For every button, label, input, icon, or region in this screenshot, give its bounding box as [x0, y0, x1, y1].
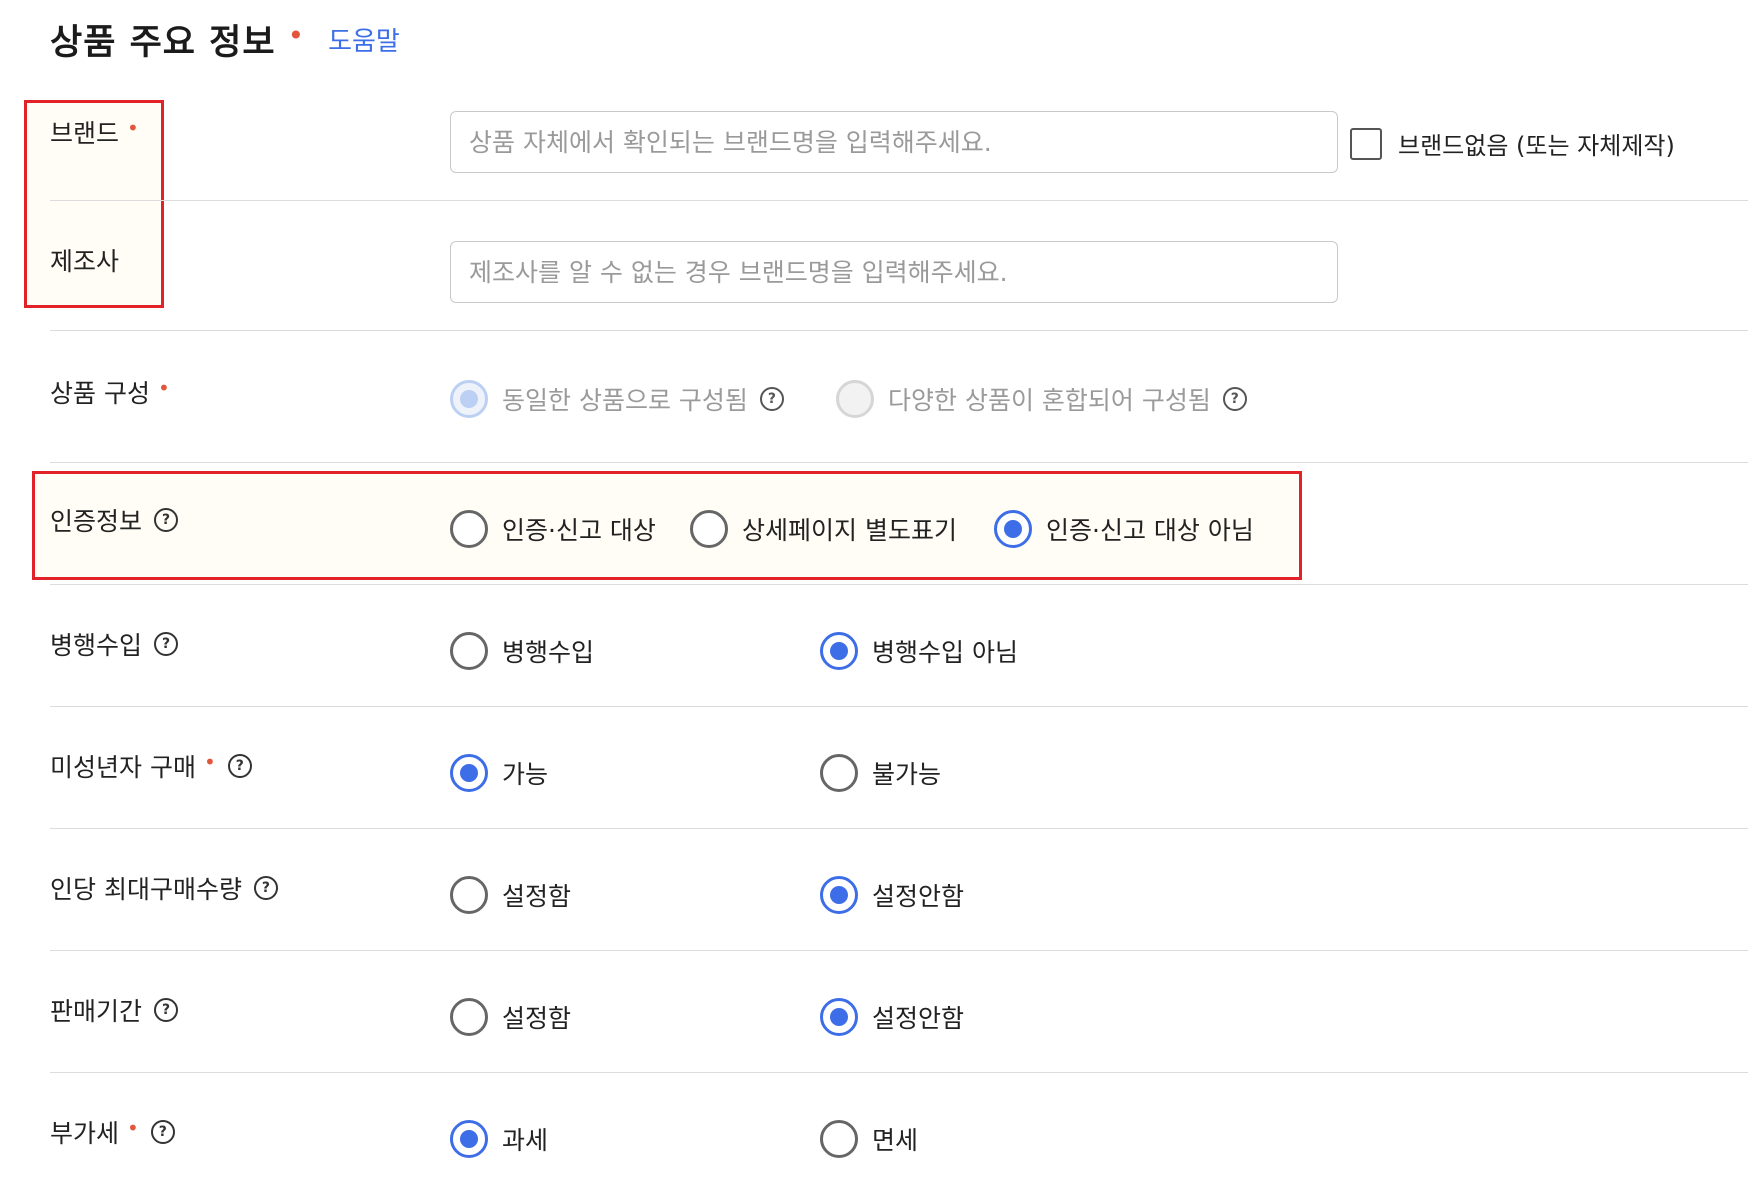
option-label: 다양한 상품이 혼합되어 구성됨: [888, 386, 1211, 415]
help-icon[interactable]: ?: [759, 387, 784, 411]
help-icon[interactable]: ?: [1222, 387, 1247, 411]
option-label: 설정안함: [872, 1004, 965, 1033]
radio-button[interactable]: [450, 380, 488, 418]
required-mark: •: [157, 376, 170, 400]
radio-button[interactable]: [450, 998, 488, 1036]
parallel-import-label-text: 병행수입: [50, 631, 143, 660]
help-icon[interactable]: ?: [154, 998, 179, 1022]
parallel-import-option-yes[interactable]: 병행수입: [450, 632, 594, 670]
minor-purchase-option-allowed[interactable]: 가능: [450, 754, 548, 792]
vat-option-exempt[interactable]: 면세: [820, 1120, 918, 1158]
brand-row: 브랜드 • 브랜드없음 (또는 자체제작): [50, 100, 1748, 201]
required-mark: •: [203, 750, 216, 774]
sales-period-label: 판매기간 ?: [50, 992, 179, 1028]
radio-button[interactable]: [820, 876, 858, 914]
help-icon[interactable]: ?: [150, 1120, 175, 1144]
sales-period-row: 판매기간 ? 설정함 설정안함: [50, 950, 1748, 1073]
manufacturer-row: 제조사: [50, 200, 1748, 331]
minor-purchase-label-text: 미성년자 구매: [50, 753, 196, 782]
required-mark: •: [127, 116, 139, 140]
composition-label: 상품 구성 •: [50, 374, 170, 410]
brand-input[interactable]: [450, 111, 1338, 173]
brand-label-text: 브랜드: [50, 119, 120, 148]
option-label: 병행수입 아님: [872, 638, 1018, 667]
vat-option-taxable[interactable]: 과세: [450, 1120, 548, 1158]
radio-button[interactable]: [450, 754, 488, 792]
radio-button[interactable]: [450, 876, 488, 914]
certification-option-not-target[interactable]: 인증·신고 대상 아님: [994, 510, 1254, 548]
no-brand-label: 브랜드없음 (또는 자체제작): [1398, 132, 1675, 160]
option-label: 동일한 상품으로 구성됨: [502, 386, 748, 415]
max-purchase-option-set[interactable]: 설정함: [450, 876, 571, 914]
composition-label-text: 상품 구성: [50, 379, 150, 408]
vat-label-text: 부가세: [50, 1119, 120, 1148]
option-label: 상세페이지 별도표기: [742, 516, 957, 545]
radio-button[interactable]: [820, 1120, 858, 1158]
no-brand-option[interactable]: 브랜드없음 (또는 자체제작): [1350, 126, 1675, 161]
no-brand-checkbox[interactable]: [1350, 127, 1382, 160]
radio-button[interactable]: [994, 510, 1032, 548]
vat-row: 부가세 • ? 과세 면세: [50, 1072, 1748, 1202]
composition-option-same[interactable]: 동일한 상품으로 구성됨 ?: [450, 380, 784, 418]
option-label: 불가능: [872, 760, 942, 789]
manufacturer-label: 제조사: [50, 242, 119, 278]
radio-button[interactable]: [820, 998, 858, 1036]
manufacturer-input[interactable]: [450, 241, 1338, 303]
certification-option-target[interactable]: 인증·신고 대상: [450, 510, 656, 548]
radio-button[interactable]: [450, 1120, 488, 1158]
help-icon[interactable]: ?: [227, 754, 252, 778]
radio-button[interactable]: [820, 632, 858, 670]
parallel-import-option-no[interactable]: 병행수입 아님: [820, 632, 1018, 670]
sales-period-option-unset[interactable]: 설정안함: [820, 998, 964, 1036]
radio-button[interactable]: [450, 632, 488, 670]
brand-label: 브랜드 •: [50, 114, 139, 150]
certification-row: 인증정보 ? 인증·신고 대상 상세페이지 별도표기 인증·신고 대상 아님: [50, 462, 1748, 585]
certification-label: 인증정보 ?: [50, 502, 179, 538]
section-title: 상품 주요 정보: [50, 22, 276, 63]
option-label: 면세: [872, 1126, 919, 1155]
minor-purchase-label: 미성년자 구매 • ?: [50, 748, 252, 784]
radio-button[interactable]: [820, 754, 858, 792]
sales-period-option-set[interactable]: 설정함: [450, 998, 571, 1036]
required-mark: •: [127, 1116, 139, 1140]
max-purchase-label-text: 인당 최대구매수량: [50, 875, 242, 904]
composition-row: 상품 구성 • 동일한 상품으로 구성됨 ? 다양한 상품이 혼합되어 구성됨 …: [50, 330, 1748, 463]
max-purchase-option-unset[interactable]: 설정안함: [820, 876, 964, 914]
option-label: 설정함: [502, 1004, 572, 1033]
help-icon[interactable]: ?: [253, 876, 278, 900]
parallel-import-row: 병행수입 ? 병행수입 병행수입 아님: [50, 584, 1748, 707]
section-header: 상품 주요 정보 • 도움말: [50, 14, 400, 64]
help-icon[interactable]: ?: [154, 508, 179, 532]
minor-purchase-row: 미성년자 구매 • ? 가능 불가능: [50, 706, 1748, 829]
vat-label: 부가세 • ?: [50, 1114, 175, 1150]
manufacturer-label-text: 제조사: [50, 247, 120, 276]
required-mark: •: [287, 18, 305, 52]
radio-button[interactable]: [690, 510, 728, 548]
radio-button[interactable]: [836, 380, 874, 418]
option-label: 설정함: [502, 882, 572, 911]
option-label: 설정안함: [872, 882, 965, 911]
radio-button[interactable]: [450, 510, 488, 548]
composition-option-mixed[interactable]: 다양한 상품이 혼합되어 구성됨 ?: [836, 380, 1247, 418]
minor-purchase-option-not-allowed[interactable]: 불가능: [820, 754, 941, 792]
help-link[interactable]: 도움말: [328, 21, 400, 58]
max-purchase-label: 인당 최대구매수량 ?: [50, 870, 278, 906]
certification-option-detail-page[interactable]: 상세페이지 별도표기: [690, 510, 957, 548]
option-label: 인증·신고 대상: [502, 516, 656, 545]
option-label: 인증·신고 대상 아님: [1046, 516, 1254, 545]
sales-period-label-text: 판매기간: [50, 997, 143, 1026]
help-icon[interactable]: ?: [154, 632, 179, 656]
option-label: 과세: [502, 1126, 549, 1155]
max-purchase-row: 인당 최대구매수량 ? 설정함 설정안함: [50, 828, 1748, 951]
option-label: 병행수입: [502, 638, 595, 667]
certification-label-text: 인증정보: [50, 507, 143, 536]
parallel-import-label: 병행수입 ?: [50, 626, 179, 662]
option-label: 가능: [502, 760, 549, 789]
